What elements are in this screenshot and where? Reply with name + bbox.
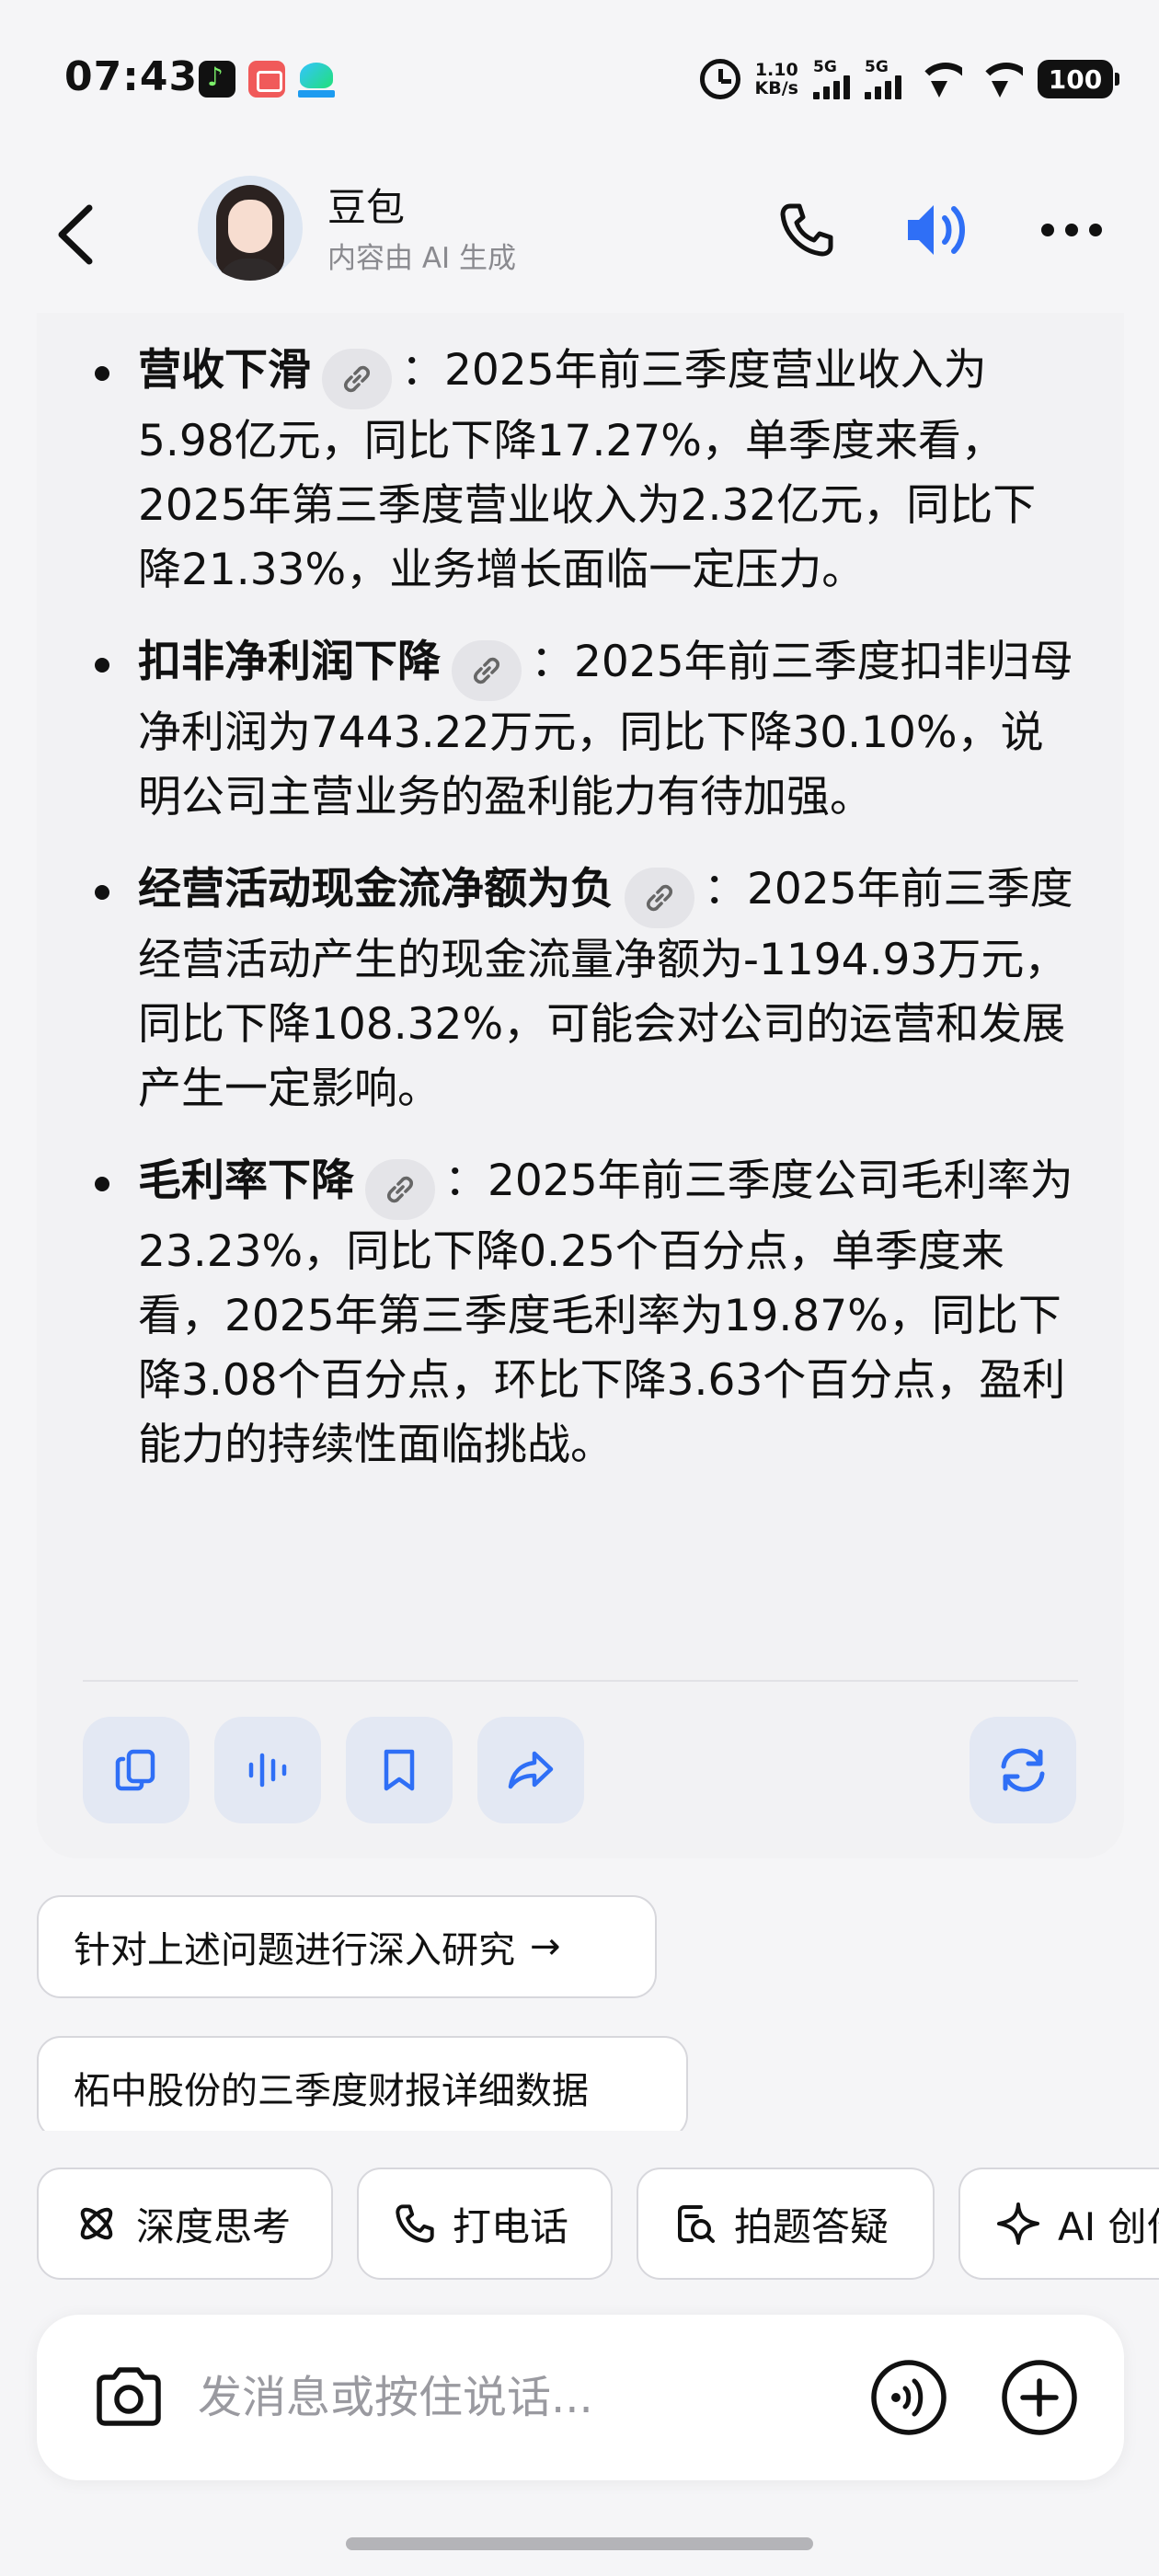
message-input[interactable] [198,2361,731,2434]
network-speed: 1.10 KB/s [755,61,798,98]
signal-bars-icon [813,75,850,99]
point-separator: ： [531,637,574,687]
call-button[interactable] [765,189,848,271]
bookmark-button[interactable] [346,1717,453,1823]
chevron-left-icon [58,204,93,265]
read-aloud-button[interactable] [214,1717,321,1823]
tool-label: AI 创作 [1058,2203,1159,2249]
status-bar: 07:43 1.10 KB/s 5G 5G 100 [0,0,1159,156]
copy-icon [115,1749,155,1791]
source-link[interactable] [322,349,392,409]
source-link[interactable] [625,868,694,928]
signal-1: 5G [813,57,850,99]
point-title: 扣非净利润下降 [138,637,441,687]
camera-icon [97,2367,161,2426]
network-speed-value: 1.10 [754,60,798,80]
suggestion-fade [0,2131,1159,2158]
voice-wave-icon [871,2360,947,2435]
deep-think-button[interactable]: 深度思考 [37,2168,333,2280]
phone-icon [396,2204,434,2243]
source-link[interactable] [452,640,522,701]
battery-indicator: 100 [1038,60,1119,98]
tool-label: 拍题答疑 [734,2203,889,2249]
link-icon [343,365,371,393]
ai-create-button[interactable]: AI 创作 [958,2168,1159,2280]
more-button[interactable] [1030,189,1113,271]
point-title: 经营活动现金流净额为负 [138,864,614,914]
message-composer [37,2315,1124,2480]
regenerate-icon [1001,1748,1045,1792]
arrow-right-icon: → [530,1926,561,1968]
phone-icon [780,203,833,257]
bird-app-icon [298,61,335,98]
followup-suggestion[interactable]: 柘中股份的三季度财报详细数据 [37,2036,688,2139]
wifi-icon [977,61,1023,98]
share-button[interactable] [477,1717,584,1823]
deep-research-suggestion[interactable]: 针对上述问题进行深入研究 → [37,1895,657,1998]
status-indicators: 1.10 KB/s 5G 5G 100 [699,53,1119,105]
ai-disclaimer: 内容由 AI 生成 [327,242,517,275]
alarm-icon [699,59,740,99]
list-item: 毛利率下降 ：2025年前三季度公司毛利率为23.23%，同比下降0.25个百分点… [37,1149,1124,1478]
bookmark-icon [384,1749,415,1791]
camera-button[interactable] [83,2352,175,2444]
speaker-toggle[interactable] [898,189,981,271]
divider [83,1680,1078,1682]
point-title: 营收下滑 [138,345,311,396]
chat-title: 豆包 [327,185,406,230]
list-item: 扣非净利润下降 ：2025年前三季度扣非归母净利润为7443.22万元，同比下降3… [37,630,1124,830]
chat-header: 豆包 内容由 AI 生成 [0,156,1159,313]
call-tool-button[interactable]: 打电话 [357,2168,613,2280]
calendar-app-icon [248,61,285,98]
link-icon [646,884,673,912]
link-icon [473,657,500,684]
more-options-button[interactable] [995,2353,1084,2442]
photo-qa-button[interactable]: 拍题答疑 [637,2168,935,2280]
read-aloud-icon [248,1753,287,1788]
plus-icon [1002,2360,1077,2435]
tool-label: 深度思考 [136,2203,292,2249]
source-link[interactable] [365,1159,435,1220]
point-separator: ： [704,864,747,914]
suggestion-label: 柘中股份的三季度财报详细数据 [74,2070,589,2112]
status-time: 07:43 [64,53,199,100]
music-app-icon [199,61,235,98]
assistant-message: 营收下滑 ：2025年前三季度营业收入为5.98亿元，同比下降17.27%，单季度… [37,313,1124,1858]
list-item: 营收下滑 ：2025年前三季度营业收入为5.98亿元，同比下降17.27%，单季度… [37,339,1124,603]
message-points: 营收下滑 ：2025年前三季度营业收入为5.98亿元，同比下降17.27%，单季度… [37,339,1124,1505]
sparkle-icon [997,2202,1039,2245]
home-indicator[interactable] [346,2537,813,2550]
wifi-icon [916,61,962,98]
avatar[interactable] [198,176,303,281]
scan-question-icon [678,2205,715,2243]
voice-call-button[interactable] [865,2353,953,2442]
point-separator: ： [401,345,444,396]
list-item: 经营活动现金流净额为负 ：2025年前三季度经营活动产生的现金流量净额为-1194… [37,857,1124,1121]
point-title: 毛利率下降 [138,1156,354,1206]
link-icon [386,1176,414,1203]
network-speed-unit: KB/s [754,78,798,98]
signal-bars-icon [865,75,901,99]
more-icon [1041,224,1102,236]
tool-label: 打电话 [453,2203,569,2249]
copy-button[interactable] [83,1717,189,1823]
share-icon [508,1751,554,1789]
point-separator: ： [444,1156,488,1206]
signal-2-label: 5G [865,57,889,76]
atom-icon [80,2207,113,2240]
suggestion-label: 针对上述问题进行深入研究 [74,1929,515,1972]
signal-1-label: 5G [813,57,837,76]
speaker-icon [908,205,965,255]
back-button[interactable] [51,193,106,276]
signal-2: 5G [865,57,901,99]
regenerate-button[interactable] [970,1717,1076,1823]
